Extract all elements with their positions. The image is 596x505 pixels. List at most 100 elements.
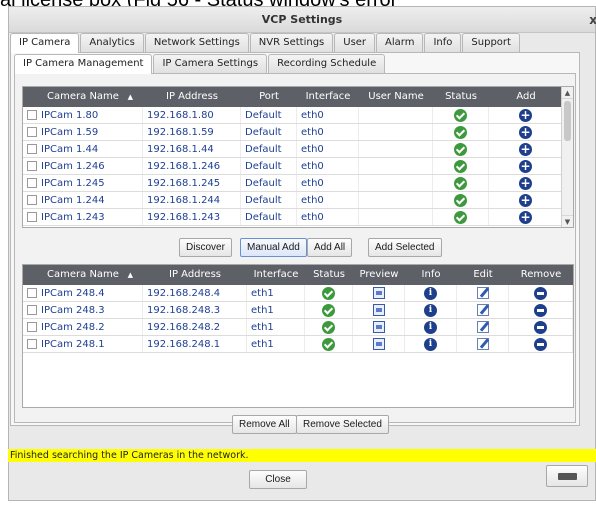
row-checkbox[interactable] <box>27 144 37 154</box>
edit-icon[interactable] <box>476 338 489 350</box>
header-label: Camera Name <box>47 91 119 102</box>
table-row[interactable]: IPCam 1.245 192.168.1.245 Default eth0 + <box>23 175 573 192</box>
edit-cell <box>457 319 509 335</box>
col-interface[interactable]: Interface <box>247 265 305 285</box>
preview-icon[interactable] <box>372 338 385 350</box>
row-checkbox[interactable] <box>27 212 37 222</box>
tab-user[interactable]: User <box>334 33 376 52</box>
add-icon[interactable]: + <box>519 125 532 139</box>
edit-icon[interactable] <box>476 287 489 299</box>
add-icon[interactable]: + <box>519 193 532 207</box>
tab-ip-camera-management[interactable]: IP Camera Management <box>14 54 153 74</box>
preview-cell <box>353 302 405 318</box>
tab-alarm[interactable]: Alarm <box>376 33 424 52</box>
edit-icon[interactable] <box>476 304 489 316</box>
col-camera-name[interactable]: Camera Name ▲ <box>23 265 143 285</box>
row-checkbox[interactable] <box>27 288 37 298</box>
remove-icon[interactable] <box>534 320 547 334</box>
table-row[interactable]: IPCam 1.59 192.168.1.59 Default eth0 + <box>23 124 573 141</box>
camera-name: IPCam 248.3 <box>41 304 105 316</box>
col-add[interactable]: Add <box>489 87 563 107</box>
tab-nvr-settings[interactable]: NVR Settings <box>249 33 334 52</box>
discover-button[interactable]: Discover <box>179 238 232 257</box>
keyboard-icon[interactable] <box>546 465 588 487</box>
row-checkbox[interactable] <box>27 195 37 205</box>
add-icon[interactable]: + <box>519 210 532 224</box>
add-cell: + <box>489 209 563 225</box>
tab-recording-schedule[interactable]: Recording Schedule <box>268 54 386 73</box>
ip-address-cell: 192.168.1.80 <box>143 107 241 123</box>
close-window-icon[interactable]: x <box>589 7 596 33</box>
col-info[interactable]: Info <box>405 265 457 285</box>
row-checkbox[interactable] <box>27 127 37 137</box>
add-icon[interactable]: + <box>519 176 532 190</box>
add-all-button[interactable]: Add All <box>307 238 353 257</box>
row-checkbox[interactable] <box>27 178 37 188</box>
camera-name-cell: IPCam 1.246 <box>23 158 143 174</box>
add-selected-button[interactable]: Add Selected <box>368 238 442 257</box>
tab-network-settings[interactable]: Network Settings <box>144 33 249 52</box>
tab-ip-camera[interactable]: IP Camera <box>10 33 80 53</box>
tab-analytics[interactable]: Analytics <box>80 33 144 52</box>
col-ip-address[interactable]: IP Address <box>143 87 241 107</box>
row-checkbox[interactable] <box>27 110 37 120</box>
row-checkbox[interactable] <box>27 305 37 315</box>
col-camera-name[interactable]: Camera Name ▲ <box>23 87 143 107</box>
add-icon[interactable]: + <box>519 159 532 173</box>
row-checkbox[interactable] <box>27 339 37 349</box>
tab-info[interactable]: Info <box>424 33 462 52</box>
interface-cell: eth1 <box>247 285 305 301</box>
table-row[interactable]: IPCam 1.243 192.168.1.243 Default eth0 + <box>23 209 573 226</box>
scroll-up-icon[interactable]: ▲ <box>562 87 573 99</box>
tab-ip-camera-settings[interactable]: IP Camera Settings <box>153 54 268 73</box>
col-ip-address[interactable]: IP Address <box>143 265 247 285</box>
close-button[interactable]: Close <box>249 470 307 489</box>
table-row[interactable]: IPCam 1.80 192.168.1.80 Default eth0 + <box>23 107 573 124</box>
col-preview[interactable]: Preview <box>353 265 405 285</box>
remove-icon[interactable] <box>534 337 547 351</box>
manual-add-button[interactable]: Manual Add <box>240 238 307 257</box>
table-row[interactable]: IPCam 1.44 192.168.1.44 Default eth0 + <box>23 141 573 158</box>
remove-selected-button[interactable]: Remove Selected <box>296 415 389 434</box>
add-cell: + <box>489 192 563 208</box>
col-status[interactable]: Status <box>433 87 489 107</box>
edit-icon[interactable] <box>476 321 489 333</box>
row-checkbox[interactable] <box>27 322 37 332</box>
col-status[interactable]: Status <box>305 265 353 285</box>
scroll-thumb[interactable] <box>564 101 571 141</box>
table-row[interactable]: IPCam 1.246 192.168.1.246 Default eth0 + <box>23 158 573 175</box>
table-row[interactable]: IPCam 248.1 192.168.248.1 eth1 i <box>23 336 573 353</box>
vertical-scrollbar[interactable]: ▲ ▼ <box>561 87 573 227</box>
edit-cell <box>457 285 509 301</box>
info-icon[interactable]: i <box>424 320 437 334</box>
table-row[interactable]: IPCam 248.2 192.168.248.2 eth1 i <box>23 319 573 336</box>
col-port[interactable]: Port <box>241 87 297 107</box>
preview-icon[interactable] <box>372 304 385 316</box>
ok-icon <box>454 193 467 207</box>
preview-icon[interactable] <box>372 321 385 333</box>
add-icon[interactable]: + <box>519 108 532 122</box>
info-icon[interactable]: i <box>424 286 437 300</box>
add-cell: + <box>489 158 563 174</box>
title-bar: VCP Settings x <box>9 7 596 33</box>
preview-icon[interactable] <box>372 287 385 299</box>
preview-cell <box>353 285 405 301</box>
add-icon[interactable]: + <box>519 142 532 156</box>
info-icon[interactable]: i <box>424 337 437 351</box>
col-interface[interactable]: Interface <box>297 87 359 107</box>
remove-all-button[interactable]: Remove All <box>232 415 297 434</box>
camera-name: IPCam 1.59 <box>41 126 99 138</box>
row-checkbox[interactable] <box>27 161 37 171</box>
col-edit[interactable]: Edit <box>457 265 509 285</box>
table-row[interactable]: IPCam 248.4 192.168.248.4 eth1 i <box>23 285 573 302</box>
remove-icon[interactable] <box>534 303 547 317</box>
info-icon[interactable]: i <box>424 303 437 317</box>
col-remove[interactable]: Remove <box>509 265 573 285</box>
col-user-name[interactable]: User Name <box>359 87 433 107</box>
scroll-down-icon[interactable]: ▼ <box>562 215 573 227</box>
remove-icon[interactable] <box>534 286 547 300</box>
table-row[interactable]: IPCam 248.3 192.168.248.3 eth1 i <box>23 302 573 319</box>
tab-support[interactable]: Support <box>462 33 520 52</box>
camera-name: IPCam 1.244 <box>41 194 105 206</box>
table-row[interactable]: IPCam 1.244 192.168.1.244 Default eth0 + <box>23 192 573 209</box>
